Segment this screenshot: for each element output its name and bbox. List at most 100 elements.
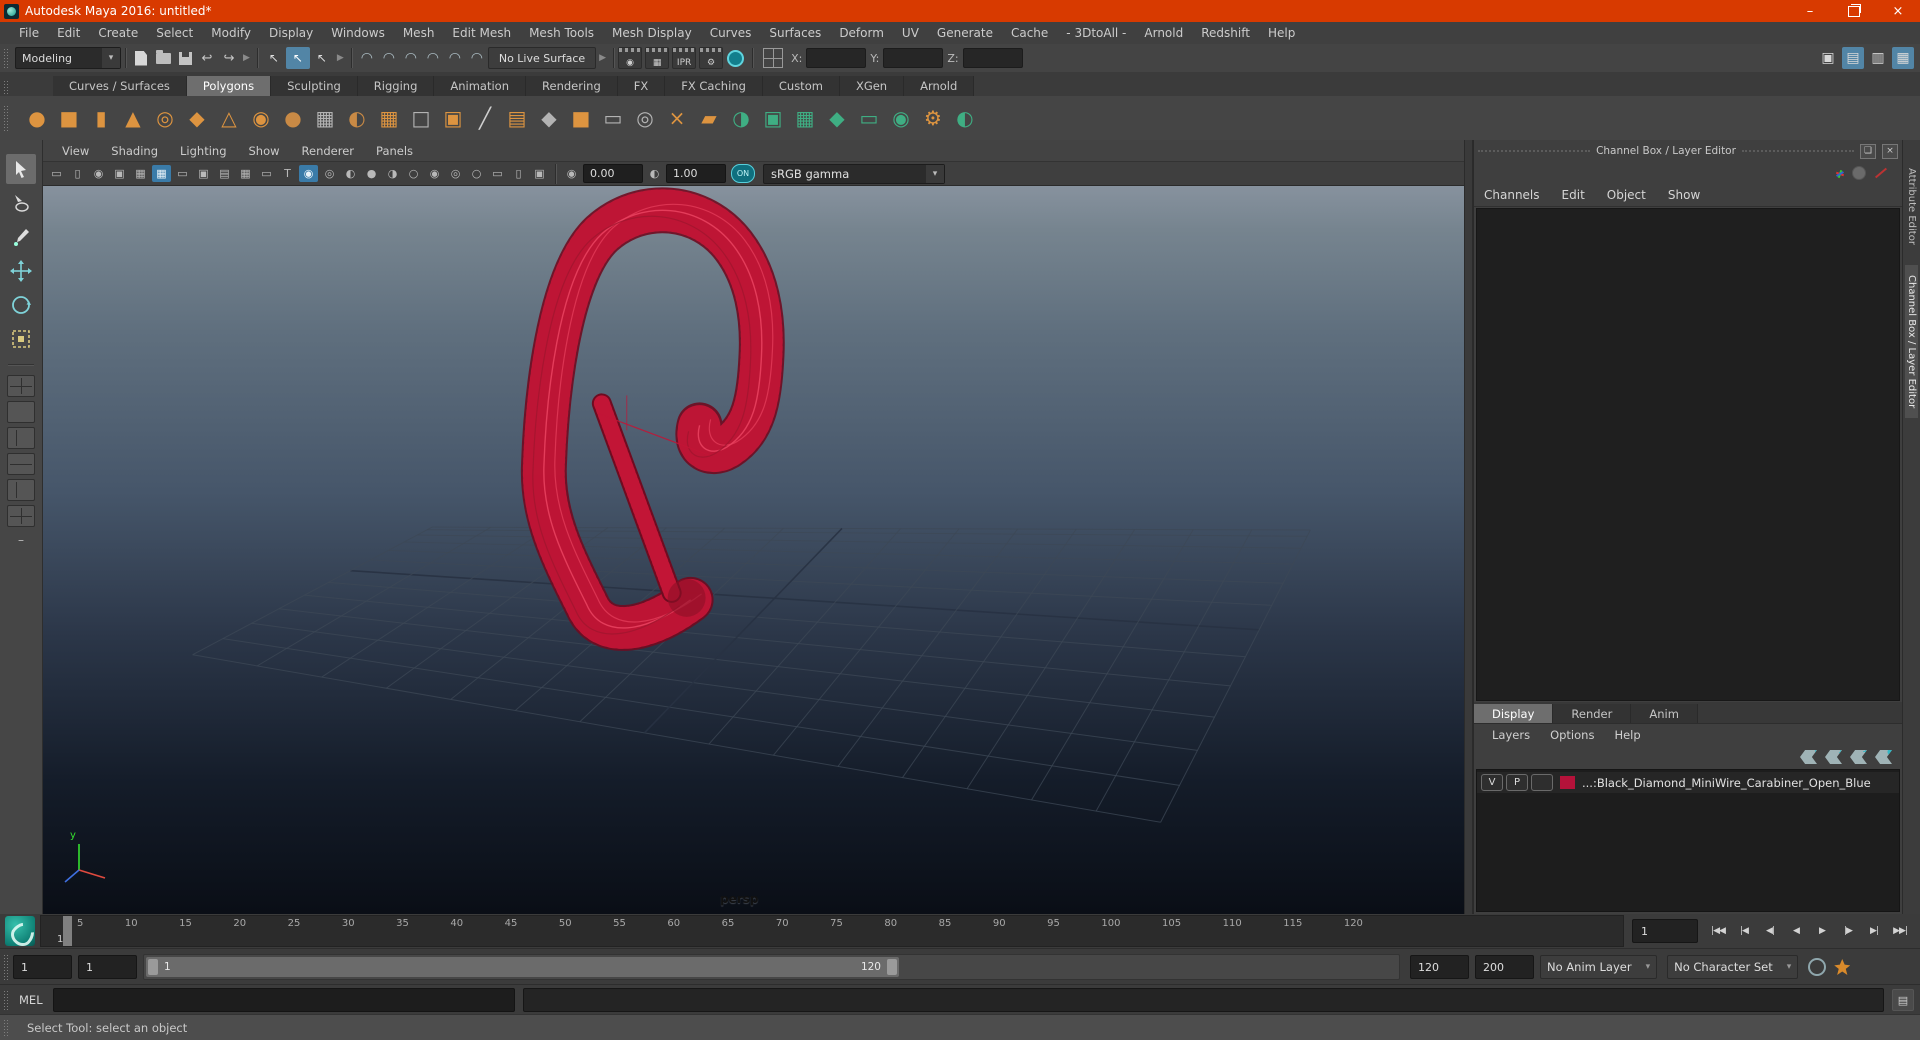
- mirror-icon[interactable]: ◑: [726, 103, 756, 133]
- render-globals-icon[interactable]: [727, 49, 745, 67]
- shelf-tab[interactable]: Curves / Surfaces: [53, 76, 187, 96]
- sidebar-vertical-tab[interactable]: Attribute Editor: [1905, 158, 1918, 255]
- select-tool[interactable]: [6, 154, 36, 184]
- bridge-icon[interactable]: ▭: [854, 103, 884, 133]
- paint-select-tool[interactable]: [6, 222, 36, 252]
- command-output[interactable]: [522, 988, 1884, 1012]
- menu-item[interactable]: Mesh Display: [603, 26, 701, 40]
- shelf-grip[interactable]: [3, 80, 10, 96]
- command-input[interactable]: [52, 988, 515, 1012]
- ao-icon[interactable]: ◑: [383, 165, 402, 182]
- layer-editor-tab[interactable]: Render: [1553, 704, 1632, 723]
- field-chart-icon[interactable]: ▦: [236, 165, 255, 182]
- lights-icon[interactable]: ◐: [341, 165, 360, 182]
- play-forwards-button[interactable]: ▶: [1810, 921, 1834, 941]
- smooth-icon[interactable]: ●: [278, 103, 308, 133]
- image-plane-icon[interactable]: ▦: [131, 165, 150, 182]
- create-layer-from-selected-icon[interactable]: ●: [1875, 750, 1892, 764]
- toolbar-expander-icon[interactable]: ▶: [599, 53, 606, 63]
- layout-four-pane-button[interactable]: [7, 375, 35, 397]
- layout-persp-outliner-button[interactable]: [7, 427, 35, 449]
- multi-component-icon[interactable]: ▣: [438, 103, 468, 133]
- step-back-key-button[interactable]: |◀: [1732, 921, 1756, 941]
- range-slider[interactable]: 1 120: [143, 954, 1400, 980]
- drag-handle[interactable]: [1741, 150, 1854, 152]
- combine-icon[interactable]: ▣: [758, 103, 788, 133]
- ipr-render-icon[interactable]: IPR: [672, 47, 697, 69]
- layer-editor-tab[interactable]: Anim: [1631, 704, 1698, 723]
- shelf-tab[interactable]: Custom: [762, 76, 840, 96]
- sculpt-icon[interactable]: ◐: [342, 103, 372, 133]
- poly-cube-icon[interactable]: ■: [54, 103, 84, 133]
- go-to-end-button[interactable]: ▶▶|: [1888, 921, 1912, 941]
- view-transform-dropdown[interactable]: sRGB gamma ▾: [763, 163, 945, 184]
- menu-item[interactable]: Select: [147, 26, 202, 40]
- current-time-field[interactable]: 1: [1632, 919, 1698, 943]
- panel-menu-item[interactable]: Shading: [100, 144, 169, 158]
- float-panel-icon[interactable]: ❏: [1860, 143, 1876, 159]
- help-grip[interactable]: [3, 1018, 10, 1038]
- marquee-select-icon[interactable]: ▭: [598, 103, 628, 133]
- subdivide-icon[interactable]: ▦: [310, 103, 340, 133]
- range-start-handle[interactable]: [148, 959, 158, 975]
- select-object-icon[interactable]: ↖: [285, 47, 310, 69]
- textured-icon[interactable]: ◎: [320, 165, 339, 182]
- symmetry-icon[interactable]: ◐: [950, 103, 980, 133]
- step-forward-key-button[interactable]: ▶|: [1862, 921, 1886, 941]
- z-input[interactable]: [962, 48, 1023, 68]
- save-scene-button[interactable]: [174, 47, 196, 69]
- snap-projected-center-icon[interactable]: ◠: [422, 47, 444, 69]
- absolute-transform-icon[interactable]: [763, 48, 784, 68]
- lasso-tool[interactable]: [6, 188, 36, 218]
- resolution-gate-icon[interactable]: ▣: [194, 165, 213, 182]
- menu-item[interactable]: Redshift: [1192, 26, 1259, 40]
- film-gate-icon[interactable]: ▭: [173, 165, 192, 182]
- safe-action-icon[interactable]: ▭: [257, 165, 276, 182]
- scale-tool[interactable]: [6, 324, 36, 354]
- layer-editor-menu-item[interactable]: Help: [1604, 728, 1650, 742]
- lock-camera-icon[interactable]: ▯: [68, 165, 87, 182]
- isolate-select-icon[interactable]: ▭: [488, 165, 507, 182]
- layout-hypershade-persp-button[interactable]: [7, 479, 35, 501]
- poly-pyramid-icon[interactable]: △: [214, 103, 244, 133]
- camera-attributes-icon[interactable]: ◉: [89, 165, 108, 182]
- contrast-icon[interactable]: ◐: [645, 165, 664, 182]
- x-input[interactable]: [806, 48, 867, 68]
- extract-icon[interactable]: ◆: [822, 103, 852, 133]
- animation-start-field[interactable]: 1: [78, 955, 137, 979]
- shelf-tab[interactable]: FX: [617, 76, 666, 96]
- panel-menu-item[interactable]: Show: [238, 144, 291, 158]
- anim-layer-dropdown[interactable]: No Anim Layer ▾: [1540, 955, 1658, 979]
- menu-item[interactable]: Mesh: [394, 26, 444, 40]
- contrast-field[interactable]: 1.00: [666, 164, 726, 183]
- snap-view-plane-icon[interactable]: ◠: [444, 47, 466, 69]
- poly-pipe-icon[interactable]: ◉: [246, 103, 276, 133]
- menu-item[interactable]: Display: [260, 26, 322, 40]
- attribute-editor-icon[interactable]: ▤: [1842, 47, 1864, 69]
- menu-item[interactable]: UV: [893, 26, 928, 40]
- open-scene-button[interactable]: [152, 47, 174, 69]
- channel-box-menu-item[interactable]: Show: [1668, 188, 1712, 202]
- render-settings-icon[interactable]: ⚙: [699, 47, 724, 69]
- menu-item[interactable]: File: [10, 26, 48, 40]
- separate-icon[interactable]: ▦: [790, 103, 820, 133]
- snap-point-icon[interactable]: ◠: [400, 47, 422, 69]
- speed-state-icon[interactable]: [1852, 166, 1866, 180]
- close-button[interactable]: ×: [1876, 0, 1920, 22]
- shelf-tab[interactable]: FX Caching: [665, 76, 763, 96]
- menu-item[interactable]: Arnold: [1135, 26, 1192, 40]
- layout-persp-graph-button[interactable]: [7, 453, 35, 475]
- fill-hole-icon[interactable]: ▰: [694, 103, 724, 133]
- bevel-icon[interactable]: ◉: [886, 103, 916, 133]
- bookmark-icon[interactable]: ▣: [110, 165, 129, 182]
- menu-item[interactable]: Edit: [48, 26, 89, 40]
- motion-blur-icon[interactable]: ○: [404, 165, 423, 182]
- range-grip[interactable]: [3, 954, 10, 980]
- animation-preferences-icon[interactable]: [1834, 959, 1851, 975]
- move-layer-up-icon[interactable]: ↑: [1800, 750, 1817, 764]
- move-tool[interactable]: [6, 256, 36, 286]
- tool-settings-icon[interactable]: ▥: [1867, 47, 1889, 69]
- layer-editor-tab[interactable]: Display: [1474, 704, 1554, 723]
- play-backwards-button[interactable]: ◀: [1784, 921, 1808, 941]
- shelf-tab[interactable]: Rigging: [357, 76, 435, 96]
